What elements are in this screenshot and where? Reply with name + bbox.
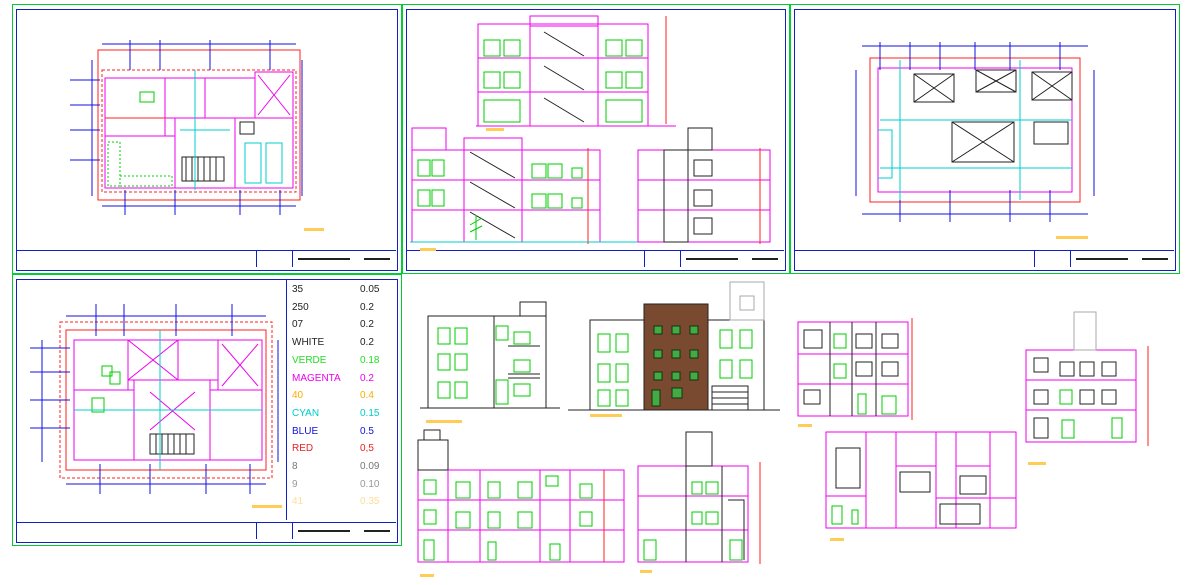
second-floor-plan: [30, 304, 279, 494]
legend-layer-name: 8: [292, 461, 298, 472]
legend-layer-name: 35: [292, 284, 304, 295]
legend-layer-name: 9: [292, 478, 298, 490]
legend-layer-name: 40: [292, 390, 304, 402]
legend-layer-name: CYAN: [292, 407, 320, 419]
legend-layer-name: 250: [292, 301, 309, 313]
legend-pen-weight: 0.18: [360, 354, 380, 366]
legend-pen-weight: 0.2: [360, 337, 374, 349]
legend-layer-name: 07: [292, 319, 304, 331]
legend-pen-weight: 0.10: [360, 478, 380, 490]
legend-layer-name: WHITE: [292, 337, 325, 349]
legend-layer-name: VERDE: [292, 354, 327, 366]
legend-pen-weight: 0.35: [360, 496, 380, 508]
cad-drawings: [30, 15, 1149, 577]
front-elevations: [420, 281, 780, 411]
legend-pen-weight: 0.15: [360, 407, 380, 419]
legend-layer-name: MAGENTA: [292, 372, 341, 384]
roof-plan: [855, 42, 1095, 222]
longitudinal-elevations: [417, 429, 761, 564]
legend-layer-name: RED: [292, 443, 314, 455]
legend-pen-weight: 0.2: [360, 319, 374, 331]
legend-pen-weight: 0,5: [360, 443, 374, 455]
legend-pen-weight: 0.2: [360, 301, 374, 313]
detail-sections: [797, 311, 1149, 529]
legend-layer-name: 41: [292, 496, 304, 508]
first-floor-plan: [70, 40, 303, 215]
legend-layer-name: BLUE: [292, 425, 319, 437]
building-sections: [410, 15, 771, 244]
legend-pen-weight: 0.05: [360, 284, 380, 295]
legend-pen-weight: 0.09: [360, 461, 380, 472]
legend-pen-weight: 0.2: [360, 372, 374, 384]
legend-pen-weight: 0.5: [360, 425, 374, 437]
legend-pen-weight: 0.4: [360, 390, 374, 402]
